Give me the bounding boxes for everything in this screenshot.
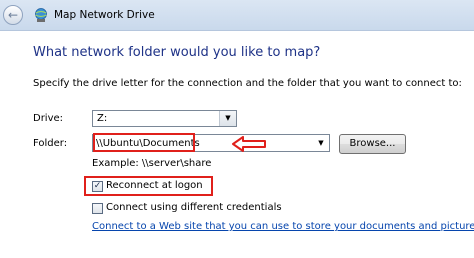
window-title: Map Network Drive: [54, 9, 155, 21]
checkmark-icon: ✓: [93, 181, 102, 191]
instruction-text: Specify the drive letter for the connect…: [33, 78, 462, 89]
back-arrow-icon: ←: [7, 8, 19, 22]
title-bar: ← Map Network Drive: [0, 0, 474, 31]
drive-value: Z:: [97, 113, 108, 124]
drive-select[interactable]: Z: ▼: [92, 110, 237, 127]
annotation-arrow-icon: [232, 136, 266, 152]
credentials-label: Connect using different credentials: [106, 202, 282, 213]
browse-button[interactable]: Browse...: [339, 134, 406, 154]
credentials-checkbox[interactable]: [92, 203, 103, 214]
chevron-down-icon[interactable]: ▼: [314, 135, 328, 151]
drive-label: Drive:: [33, 113, 64, 124]
chevron-down-icon[interactable]: ▼: [219, 111, 236, 126]
folder-label: Folder:: [33, 138, 68, 149]
web-site-link[interactable]: Connect to a Web site that you can use t…: [92, 221, 474, 232]
reconnect-checkbox[interactable]: ✓: [92, 181, 103, 192]
folder-highlight-box: [93, 133, 195, 152]
back-button[interactable]: ←: [3, 5, 23, 25]
example-text: Example: \\server\share: [92, 158, 212, 169]
page-heading: What network folder would you like to ma…: [33, 45, 321, 60]
network-drive-icon: [35, 8, 47, 22]
reconnect-label: Reconnect at logon: [106, 180, 203, 191]
